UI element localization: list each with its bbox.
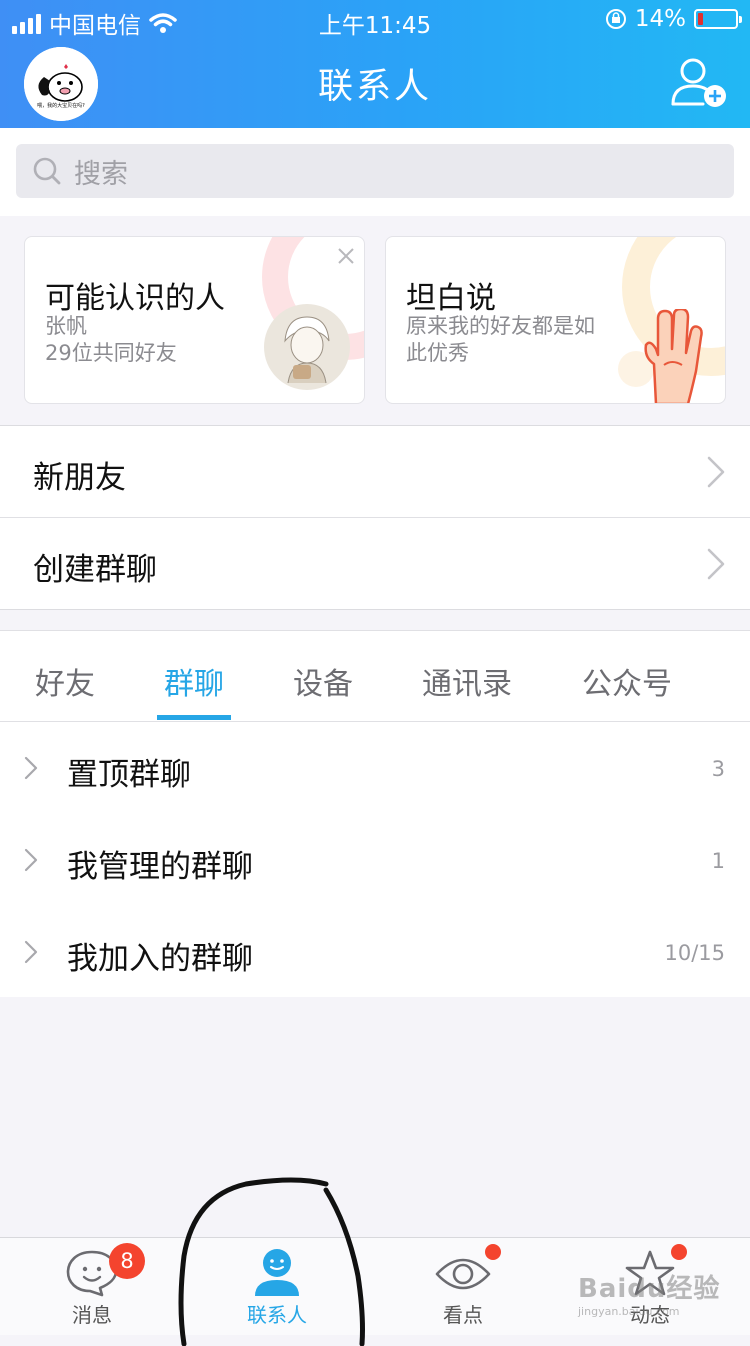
page-title: 联系人: [317, 67, 432, 107]
suggested-person-avatar: [264, 304, 350, 390]
card-confession[interactable]: 坦白说 原来我的好友都是如 此优秀: [385, 236, 726, 404]
suggested-person-name: 张帆: [45, 314, 87, 338]
tab-groups[interactable]: 群聊: [164, 659, 224, 703]
tab-official-accounts[interactable]: 公众号: [582, 659, 672, 703]
search-placeholder: 搜索: [74, 158, 128, 190]
search-icon: [33, 157, 61, 185]
group-section-name: 置顶群聊: [67, 757, 191, 793]
new-friends-row[interactable]: 新朋友: [0, 426, 750, 517]
add-friend-icon[interactable]: [668, 54, 730, 110]
orientation-lock-icon: [605, 9, 626, 29]
card-subtitle-line: 原来我的好友都是如: [406, 314, 595, 338]
card-title: 坦白说: [406, 281, 496, 316]
contact-tabs: 好友 群聊 设备 通讯录 公众号: [0, 631, 750, 722]
mutual-friends-count: 29位共同好友: [45, 341, 177, 365]
card-subtitle: 张帆 29位共同好友: [45, 313, 177, 367]
group-section-count: 1: [711, 849, 725, 873]
unread-badge: 8: [109, 1243, 145, 1279]
tabbar-item-discover[interactable]: 看点: [403, 1238, 523, 1335]
search-section: 搜索: [0, 128, 750, 216]
chevron-right-icon: [707, 548, 725, 580]
group-section-count: 3: [711, 757, 725, 781]
battery-icon: [694, 9, 742, 29]
watermark-url: jingyan.baidu.com: [578, 1305, 680, 1318]
group-section-name: 我管理的群聊: [67, 849, 253, 885]
contacts-panel: 好友 群聊 设备 通讯录 公众号 置顶群聊 3 我管理的群聊 1 我加入的群聊 …: [0, 630, 750, 997]
hand-drawn-circle-annotation: [178, 1177, 365, 1346]
chevron-right-icon: [24, 848, 38, 872]
shortcut-list: 新朋友 创建群聊: [0, 425, 750, 610]
chevron-right-icon: [24, 940, 38, 964]
eye-icon: [435, 1258, 491, 1290]
row-label: 新朋友: [33, 460, 126, 496]
chevron-right-icon: [707, 456, 725, 488]
active-tab-indicator: [157, 715, 231, 720]
group-section-managed[interactable]: 我管理的群聊 1: [0, 815, 750, 907]
status-bar: 中国电信 上午11:45 14%: [0, 0, 750, 40]
tabbar-label: 看点: [443, 1303, 483, 1327]
watermark: Baidu经验 jingyan.baidu.com: [578, 1268, 738, 1318]
tabbar-label: 消息: [72, 1303, 112, 1327]
card-subtitle: 原来我的好友都是如 此优秀: [406, 313, 595, 367]
group-section-name: 我加入的群聊: [67, 941, 253, 977]
notification-dot: [485, 1244, 501, 1260]
row-label: 创建群聊: [33, 552, 157, 588]
search-input[interactable]: 搜索: [16, 144, 734, 198]
group-section-pinned[interactable]: 置顶群聊 3: [0, 723, 750, 815]
battery-percent: 14%: [634, 6, 686, 32]
watermark-brand: Baidu经验: [578, 1274, 721, 1304]
hand-icon: [644, 309, 703, 403]
tab-friends[interactable]: 好友: [35, 659, 95, 703]
group-section-joined[interactable]: 我加入的群聊 10/15: [0, 907, 750, 999]
tab-address-book[interactable]: 通讯录: [422, 659, 512, 703]
notification-dot: [671, 1244, 687, 1260]
create-group-chat-row[interactable]: 创建群聊: [0, 517, 750, 609]
card-subtitle-line: 此优秀: [406, 341, 469, 365]
card-people-you-may-know[interactable]: 可能认识的人 张帆 29位共同好友: [24, 236, 365, 404]
card-title: 可能认识的人: [45, 281, 225, 316]
group-section-count: 10/15: [664, 941, 725, 965]
chevron-right-icon: [24, 756, 38, 780]
tab-devices[interactable]: 设备: [293, 659, 353, 703]
close-icon[interactable]: [336, 246, 356, 266]
